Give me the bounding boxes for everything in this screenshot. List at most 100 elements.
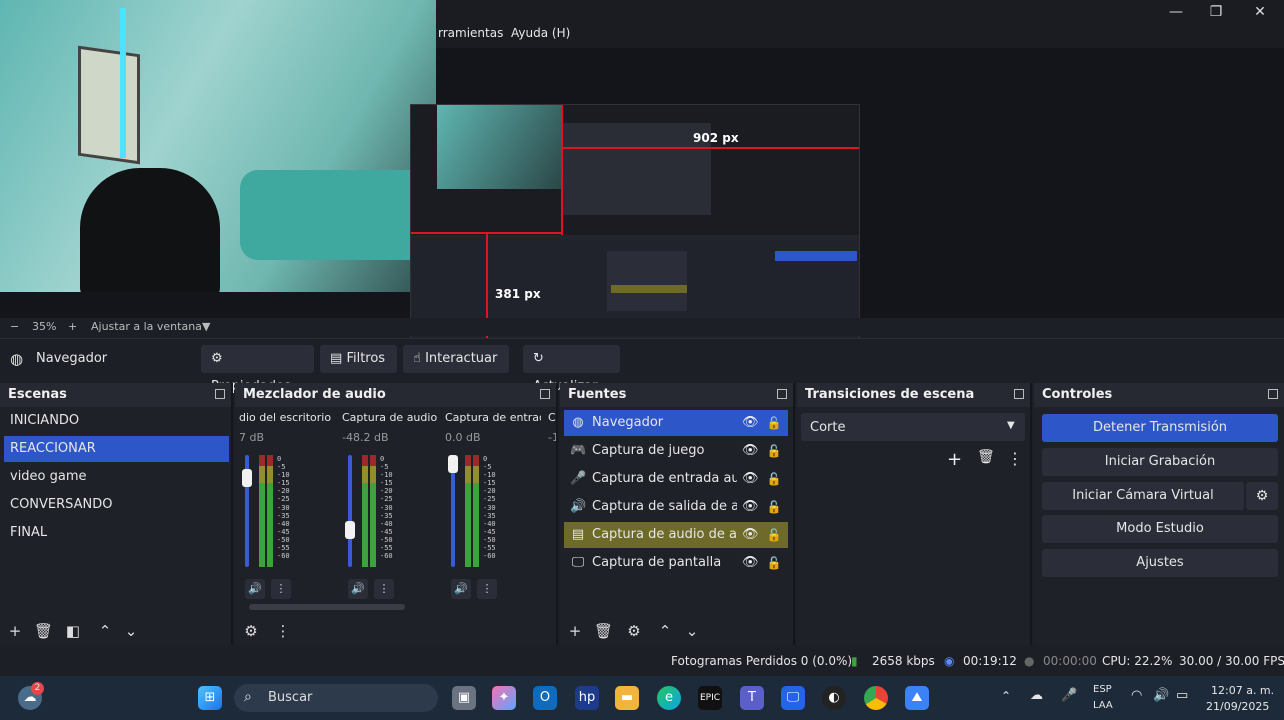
photos-icon[interactable]: ⛰: [905, 686, 929, 710]
menu-help[interactable]: Ayuda (H): [511, 26, 570, 40]
zoom-dropdown-icon[interactable]: ▼: [202, 320, 210, 333]
scene-item[interactable]: video game: [4, 464, 229, 490]
visibility-eye-icon[interactable]: 👁: [742, 494, 759, 520]
scene-filters-icon[interactable]: ◧: [65, 623, 81, 639]
trash-icon[interactable]: 🗑: [977, 449, 995, 465]
scene-item[interactable]: INICIANDO: [4, 408, 229, 434]
cloud-icon[interactable]: ☁: [1030, 688, 1043, 703]
source-item[interactable]: 🎤 Captura de entrada audio 👁 🔓: [564, 466, 788, 492]
source-item[interactable]: ▤ Captura de audio de aplicación 👁 🔓: [564, 522, 788, 548]
refresh-button[interactable]: ↻ Actualizar: [523, 345, 620, 394]
battery-icon[interactable]: ▭: [1176, 688, 1188, 703]
remote-desktop-icon[interactable]: 🖵: [781, 686, 805, 710]
volume-fader-thumb[interactable]: [345, 520, 355, 539]
outlook-icon[interactable]: O: [533, 686, 557, 710]
settings-button[interactable]: Ajustes: [1042, 549, 1278, 577]
chrome-icon[interactable]: [864, 686, 888, 710]
interact-button[interactable]: ☝ Interactuar: [403, 345, 509, 373]
edge-icon[interactable]: e: [657, 686, 681, 710]
teams-icon[interactable]: T: [740, 686, 764, 710]
windows-start-icon[interactable]: ⊞: [198, 686, 222, 710]
clock-date[interactable]: 21/09/2025: [1206, 700, 1269, 713]
clock-time[interactable]: 12:07 a. m.: [1211, 684, 1274, 697]
scene-item[interactable]: FINAL: [4, 520, 229, 546]
volume-fader-track[interactable]: [348, 455, 352, 567]
language-bottom[interactable]: LAA: [1093, 700, 1113, 711]
taskbar-search[interactable]: ⌕ Buscar: [234, 684, 438, 712]
maximize-button[interactable]: ❐: [1198, 2, 1234, 22]
visibility-eye-icon[interactable]: 👁: [742, 466, 759, 492]
scene-item[interactable]: REACCIONAR: [4, 436, 229, 462]
kebab-menu-icon[interactable]: ⋮: [374, 579, 394, 599]
visibility-eye-icon[interactable]: 👁: [742, 438, 759, 464]
mute-speaker-icon[interactable]: 🔊: [245, 579, 265, 599]
source-item[interactable]: ◍ Navegador 👁 🔓: [564, 410, 788, 436]
close-button[interactable]: ✕: [1242, 2, 1278, 22]
visibility-eye-icon[interactable]: 👁: [742, 522, 759, 548]
properties-button[interactable]: ⚙ Propiedades: [201, 345, 314, 394]
start-virtual-camera-button[interactable]: Iniciar Cámara Virtual: [1042, 482, 1244, 510]
move-up-icon[interactable]: ⌃: [657, 623, 673, 639]
undock-icon[interactable]: [215, 389, 225, 399]
scene-item[interactable]: CONVERSANDO: [4, 492, 229, 518]
undock-icon[interactable]: [1014, 389, 1024, 399]
volume-icon[interactable]: 🔊: [1153, 688, 1169, 703]
zoom-in-button[interactable]: +: [68, 320, 77, 333]
file-explorer-icon[interactable]: ▬: [615, 686, 639, 710]
mute-speaker-icon[interactable]: 🔊: [451, 579, 471, 599]
move-up-icon[interactable]: ⌃: [97, 623, 113, 639]
visibility-eye-icon[interactable]: 👁: [742, 410, 759, 436]
fit-window-label[interactable]: Ajustar a la ventana: [91, 320, 202, 333]
lock-icon[interactable]: 🔓: [766, 410, 782, 436]
chevron-up-icon[interactable]: ⌃: [1001, 689, 1011, 703]
stop-stream-button[interactable]: Detener Transmisión: [1042, 414, 1278, 442]
lock-icon[interactable]: 🔓: [766, 466, 782, 492]
add-source-icon[interactable]: +: [567, 623, 583, 639]
microphone-icon[interactable]: 🎤: [1061, 688, 1077, 703]
lock-icon[interactable]: 🔓: [766, 522, 782, 548]
wifi-icon[interactable]: ◠: [1131, 688, 1142, 703]
undock-icon[interactable]: [540, 389, 550, 399]
epic-games-icon[interactable]: EPIC: [698, 686, 722, 710]
volume-fader-thumb[interactable]: [448, 455, 458, 473]
menu-tools[interactable]: rramientas: [438, 26, 503, 40]
add-scene-icon[interactable]: +: [7, 623, 23, 639]
mixer-settings-icon[interactable]: ⚙: [243, 623, 259, 639]
zoom-out-button[interactable]: −: [10, 320, 19, 333]
lock-icon[interactable]: 🔓: [766, 438, 782, 464]
filters-button[interactable]: ▤ Filtros: [320, 345, 397, 373]
mute-speaker-icon[interactable]: 🔊: [348, 579, 368, 599]
task-view-icon[interactable]: ▣: [452, 686, 476, 710]
preview-canvas[interactable]: 902 px 381 px: [0, 0, 1284, 358]
kebab-menu-icon[interactable]: ⋮: [271, 579, 291, 599]
kebab-menu-icon[interactable]: ⋮: [275, 623, 291, 639]
trash-icon[interactable]: 🗑: [594, 623, 613, 639]
start-recording-button[interactable]: Iniciar Grabación: [1042, 448, 1278, 476]
transition-select[interactable]: Corte ▼: [801, 413, 1025, 441]
studio-mode-button[interactable]: Modo Estudio: [1042, 515, 1278, 543]
source-item[interactable]: 🖵 Captura de pantalla 👁 🔓: [564, 550, 788, 576]
kebab-menu-icon[interactable]: ⋮: [477, 579, 497, 599]
hp-icon[interactable]: hp: [575, 686, 599, 710]
undock-icon[interactable]: [777, 389, 787, 399]
mixer-scrollbar[interactable]: [249, 604, 405, 610]
language-top[interactable]: ESP: [1093, 684, 1112, 695]
webcam-source[interactable]: [0, 0, 436, 292]
undock-icon[interactable]: [1268, 389, 1278, 399]
copilot-icon[interactable]: ✦: [492, 686, 516, 710]
lock-icon[interactable]: 🔓: [766, 550, 782, 576]
visibility-eye-icon[interactable]: 👁: [742, 550, 759, 576]
gear-icon[interactable]: ⚙: [1246, 482, 1278, 510]
move-down-icon[interactable]: ⌄: [684, 623, 700, 639]
lock-icon[interactable]: 🔓: [766, 494, 782, 520]
trash-icon[interactable]: 🗑: [34, 623, 53, 639]
kebab-menu-icon[interactable]: ⋮: [1007, 449, 1023, 468]
minimize-button[interactable]: —: [1158, 2, 1194, 22]
add-transition-icon[interactable]: +: [947, 449, 962, 470]
move-down-icon[interactable]: ⌄: [123, 623, 139, 639]
source-properties-icon[interactable]: ⚙: [626, 623, 642, 639]
source-item[interactable]: 🎮 Captura de juego 👁 🔓: [564, 438, 788, 464]
obs-icon[interactable]: ◐: [822, 686, 846, 710]
volume-fader-thumb[interactable]: [242, 469, 252, 488]
source-item[interactable]: 🔊 Captura de salida de audio 👁 🔓: [564, 494, 788, 520]
